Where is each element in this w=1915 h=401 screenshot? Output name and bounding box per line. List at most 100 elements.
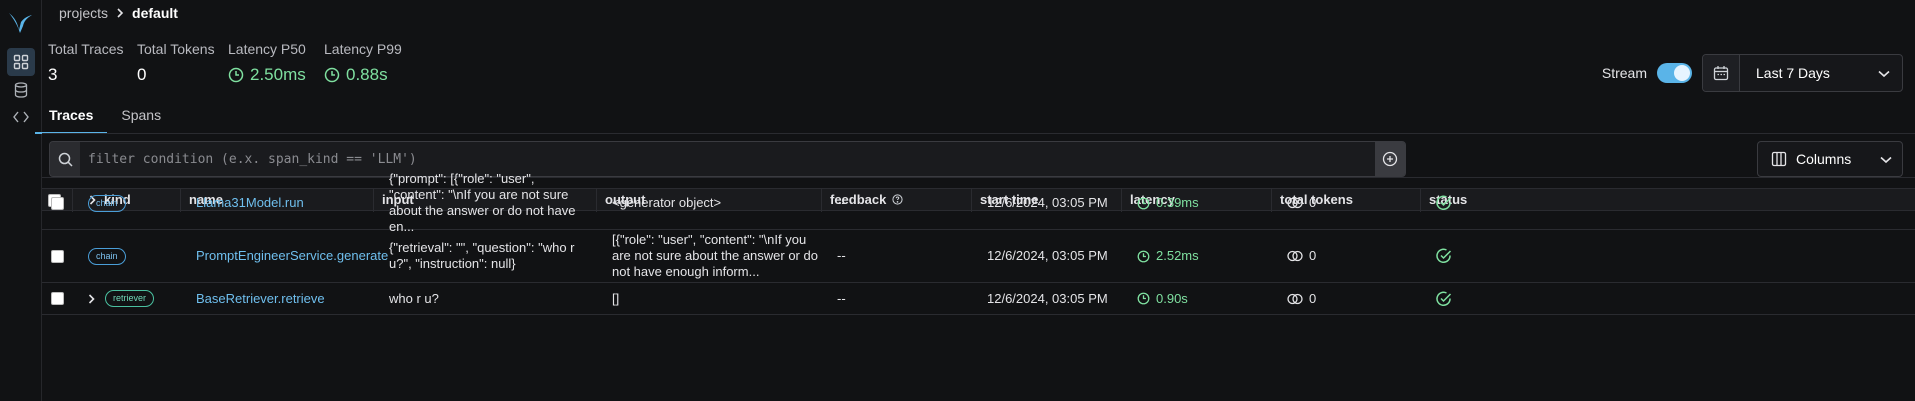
latency-cell: 0.39ms [1129, 177, 1279, 229]
clock-icon [324, 67, 340, 83]
stream-toggle[interactable] [1657, 63, 1692, 83]
columns-label: Columns [1796, 151, 1852, 167]
stat-label: Latency P99 [324, 41, 402, 57]
breadcrumb: projects default [59, 5, 178, 21]
clock-icon [1137, 292, 1150, 305]
tokens-value: 0 [1309, 248, 1317, 263]
row-checkbox[interactable] [50, 292, 64, 305]
latency-value: 0.90s [1156, 290, 1188, 306]
trace-name-link[interactable]: Llama31Model.run [196, 195, 304, 211]
feedback-cell: -- [837, 195, 846, 210]
status-ok-icon [1436, 248, 1452, 263]
input-cell: {"retrieval": "", "question": "who r u?"… [389, 240, 575, 271]
stat-value-container: 2.50ms [228, 65, 306, 85]
status-cell [1428, 230, 1528, 282]
feedback-cell: -- [837, 290, 846, 306]
latency-cell: 0.90s [1129, 283, 1279, 314]
stat-label: Total Traces [48, 41, 124, 57]
search-icon [50, 142, 80, 176]
tokens-value: 0 [1309, 195, 1317, 210]
kind-cell: chain [80, 230, 188, 282]
stat-value: 0.88s [346, 65, 388, 84]
tab-traces[interactable]: Traces [35, 104, 108, 134]
latency-cell: 2.52ms [1129, 230, 1279, 282]
output-cell: [{"role": "user", "content": "\nIf you a… [612, 232, 818, 279]
stat-value-container: 0.88s [324, 65, 402, 85]
calendar-icon[interactable] [1703, 55, 1740, 91]
stat-value: 3 [48, 65, 58, 84]
stat-value: 0 [137, 65, 147, 84]
tokens-value: 0 [1309, 290, 1317, 306]
row-select-cell [42, 177, 72, 229]
output-cell: <generator object> [612, 195, 722, 210]
row-checkbox[interactable] [50, 249, 64, 263]
start-time-cell: 12/6/2024, 03:05 PM [987, 248, 1108, 263]
status-cell [1428, 283, 1528, 314]
phoenix-logo-icon[interactable] [7, 10, 33, 37]
status-ok-icon [1436, 291, 1452, 306]
stat-total-tokens: Total Tokens 0 [137, 41, 215, 85]
projects-nav-icon[interactable] [7, 48, 35, 76]
stat-label: Total Tokens [137, 41, 215, 57]
add-filter-icon[interactable] [1375, 142, 1405, 176]
table-row[interactable]: retriever BaseRetriever.retrieve who r u… [42, 283, 1915, 315]
columns-button[interactable]: Columns [1757, 141, 1903, 177]
date-range-value: Last 7 Days [1756, 65, 1830, 81]
stat-value: 2.50ms [250, 65, 306, 84]
date-range-picker[interactable]: Last 7 Days [1702, 54, 1903, 92]
kind-badge: chain [88, 247, 126, 265]
status-ok-icon [1436, 195, 1452, 210]
name-cell: BaseRetriever.retrieve [188, 283, 381, 314]
tokens-icon [1287, 197, 1303, 209]
output-cell: [] [612, 290, 620, 306]
columns-icon [1764, 151, 1794, 167]
tab-divider [42, 133, 1915, 134]
start-time-cell: 12/6/2024, 03:05 PM [987, 195, 1108, 210]
chevron-down-icon [1878, 65, 1902, 81]
toggle-knob [1674, 65, 1690, 81]
row-checkbox[interactable] [50, 196, 64, 210]
feedback-cell: -- [837, 248, 846, 263]
input-cell: {"prompt": [{"role": "user", "content": … [389, 171, 576, 234]
trace-name-link[interactable]: BaseRetriever.retrieve [196, 291, 325, 307]
start-time-cell: 12/6/2024, 03:05 PM [987, 290, 1108, 306]
stream-control: Stream [1602, 63, 1692, 83]
chevron-right-icon [117, 8, 124, 18]
latency-value: 0.39ms [1156, 195, 1199, 210]
tokens-cell: 0 [1279, 230, 1428, 282]
tokens-cell: 0 [1279, 177, 1428, 229]
table-row[interactable]: chain PromptEngineerService.generate {"r… [42, 230, 1915, 283]
filter-input[interactable] [80, 142, 1375, 176]
stat-total-traces: Total Traces 3 [48, 41, 123, 85]
latency-value: 2.52ms [1156, 248, 1199, 263]
name-cell: PromptEngineerService.generate [188, 230, 388, 282]
kind-cell: retriever [80, 283, 188, 314]
tab-spans[interactable]: Spans [107, 104, 175, 134]
row-select-cell [42, 230, 72, 282]
kind-cell: chain [80, 177, 188, 229]
stat-latency-p50: Latency P50 2.50ms [228, 41, 306, 85]
row-select-cell [42, 283, 72, 314]
stream-label: Stream [1601, 65, 1647, 81]
clock-icon [1137, 250, 1150, 262]
status-cell [1428, 177, 1528, 229]
chevron-down-icon [1880, 151, 1902, 167]
stat-latency-p99: Latency P99 0.88s [324, 41, 402, 85]
stat-label: Latency P50 [228, 41, 306, 57]
input-cell: who r u? [389, 290, 439, 306]
tab-bar: Traces Spans [35, 104, 1915, 134]
name-cell: Llama31Model.run [188, 177, 381, 229]
clock-icon [1137, 197, 1150, 209]
table-row[interactable]: chain Llama31Model.run {"prompt": [{"rol… [42, 171, 1915, 234]
clock-icon [228, 67, 244, 83]
breadcrumb-current: default [132, 5, 178, 21]
tokens-icon [1287, 293, 1303, 304]
breadcrumb-projects[interactable]: projects [59, 5, 108, 21]
trace-name-link[interactable]: PromptEngineerService.generate [196, 248, 388, 264]
tokens-icon [1287, 250, 1303, 262]
kind-badge: retriever [105, 290, 155, 307]
datasets-nav-icon[interactable] [7, 76, 35, 104]
tokens-cell: 0 [1279, 283, 1428, 314]
expand-chevron-icon[interactable] [88, 293, 95, 304]
code-nav-icon[interactable] [7, 103, 35, 131]
